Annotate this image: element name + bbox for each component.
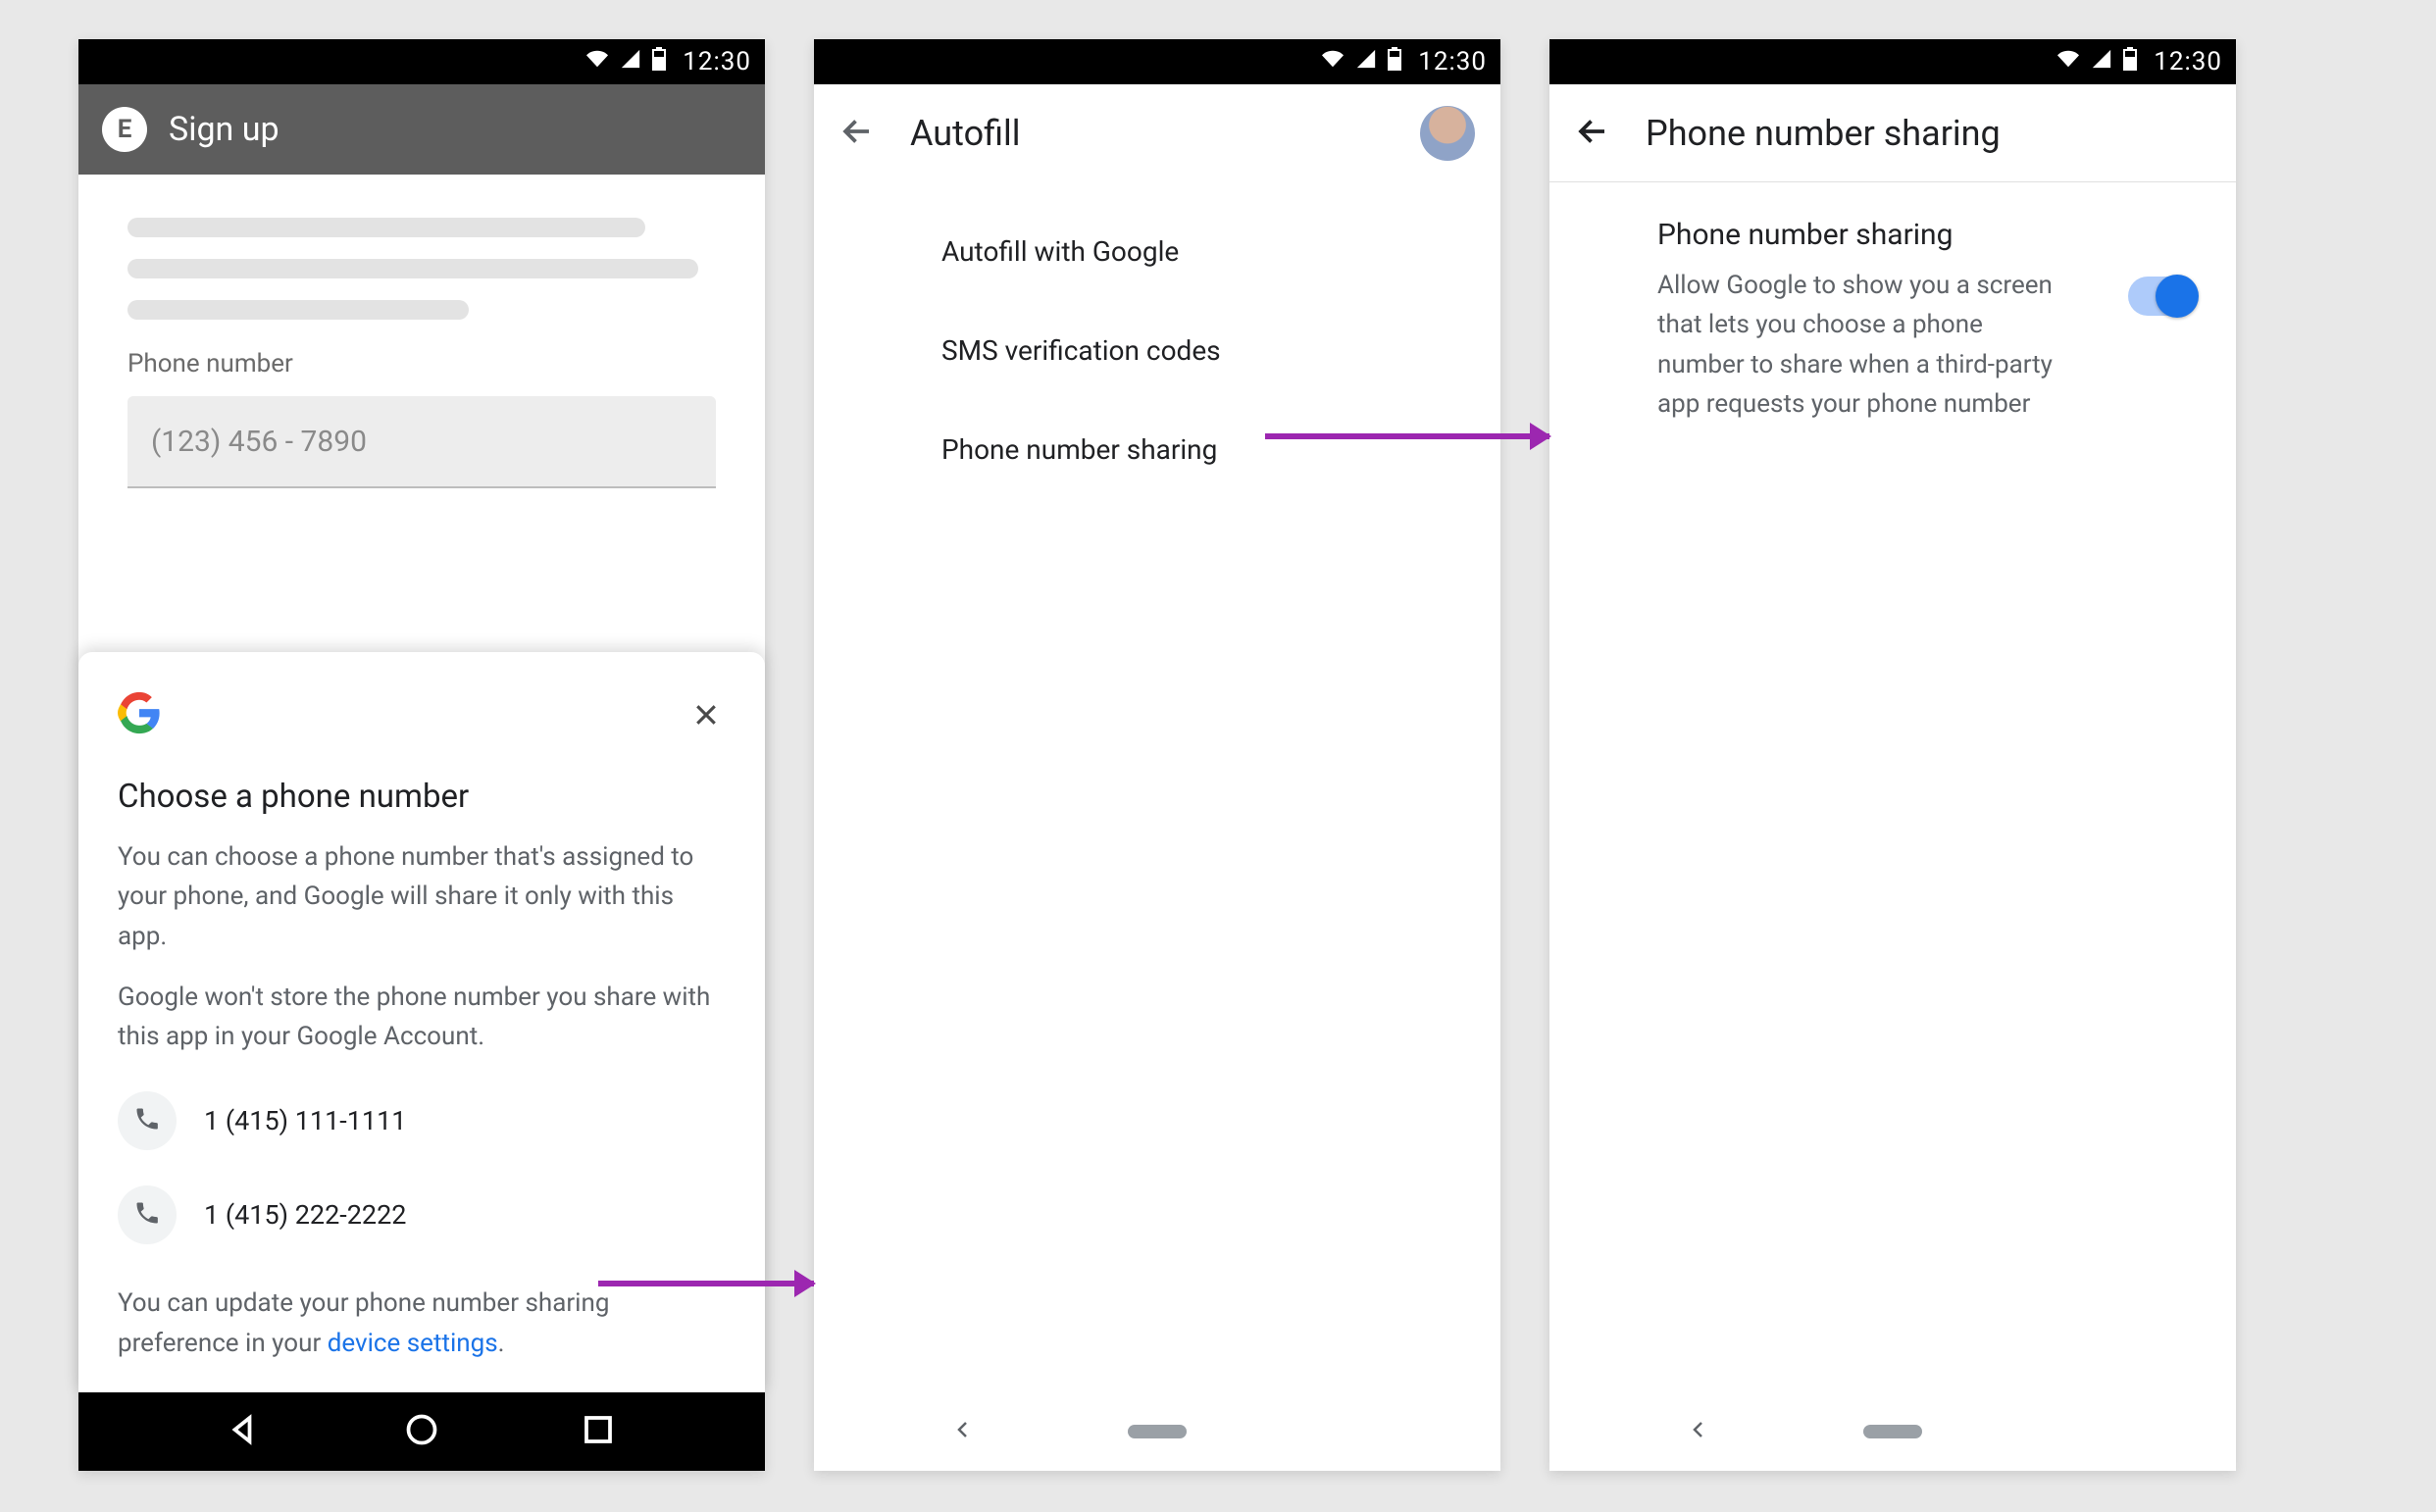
app-header: E Sign up — [78, 84, 765, 175]
battery-icon — [2122, 47, 2138, 77]
cell-icon — [2091, 47, 2112, 76]
gesture-pill[interactable] — [1128, 1425, 1187, 1438]
phone-icon — [133, 1105, 161, 1136]
phone-placeholder: (123) 456 - 7890 — [151, 425, 367, 459]
annotation-arrow — [1265, 433, 1549, 439]
menu-item-phone-sharing[interactable]: Phone number sharing — [941, 400, 1500, 499]
setting-title: Phone number sharing — [1657, 218, 2099, 252]
battery-icon — [651, 47, 667, 77]
page-title: Phone number sharing — [1646, 113, 2001, 154]
nav-bar — [814, 1392, 1500, 1471]
nav-bar — [1549, 1392, 2236, 1471]
skeleton-line — [127, 259, 698, 278]
cell-icon — [1355, 47, 1377, 76]
battery-icon — [1387, 47, 1402, 77]
phone-option-label: 1 (415) 111-1111 — [204, 1105, 406, 1136]
nav-recent-button[interactable] — [581, 1412, 616, 1451]
app-badge: E — [102, 107, 147, 152]
setting-description: Allow Google to show you a screen that l… — [1657, 266, 2069, 424]
status-bar: 12:30 — [814, 39, 1500, 84]
back-button[interactable] — [1575, 114, 1610, 153]
gesture-pill[interactable] — [1863, 1425, 1922, 1438]
sheet-para-2: Google won't store the phone number you … — [118, 978, 726, 1057]
wifi-icon — [1320, 47, 1345, 76]
nav-bar — [78, 1392, 765, 1471]
sheet-footer: You can update your phone number sharing… — [118, 1284, 726, 1363]
google-logo-icon — [118, 691, 161, 738]
avatar[interactable] — [1420, 106, 1475, 161]
wifi-icon — [584, 47, 610, 76]
nav-back-button[interactable] — [228, 1412, 263, 1451]
screen-autofill-settings: 12:30 Autofill Autofill with Google SMS … — [814, 39, 1500, 1471]
status-time: 12:30 — [1418, 47, 1487, 76]
nav-home-button[interactable] — [404, 1412, 439, 1451]
setting-row-phone-sharing[interactable]: Phone number sharing Allow Google to sho… — [1549, 182, 2236, 424]
status-time: 12:30 — [2154, 47, 2222, 76]
wifi-icon — [2055, 47, 2081, 76]
menu-item-sms-codes[interactable]: SMS verification codes — [941, 301, 1500, 400]
back-button[interactable] — [839, 114, 875, 153]
annotation-arrow — [598, 1281, 814, 1286]
app-header: Autofill — [814, 84, 1500, 182]
nav-back-button[interactable] — [951, 1418, 975, 1445]
phone-option-2[interactable]: 1 (415) 222-2222 — [118, 1185, 726, 1244]
nav-back-button[interactable] — [1687, 1418, 1710, 1445]
phone-option-1[interactable]: 1 (415) 111-1111 — [118, 1091, 726, 1150]
screen-phone-sharing-detail: 12:30 Phone number sharing Phone number … — [1549, 39, 2236, 1471]
screen-signup: 12:30 E Sign up Phone number (123) 456 -… — [78, 39, 765, 1471]
skeleton-line — [127, 300, 469, 320]
skeleton-line — [127, 218, 645, 237]
sheet-para-1: You can choose a phone number that's ass… — [118, 837, 726, 956]
sheet-heading: Choose a phone number — [118, 778, 726, 816]
device-settings-link[interactable]: device settings — [328, 1329, 498, 1358]
toggle-switch[interactable] — [2128, 277, 2197, 316]
phone-option-label: 1 (415) 222-2222 — [204, 1199, 406, 1231]
menu-item-autofill-google[interactable]: Autofill with Google — [941, 202, 1500, 301]
cell-icon — [620, 47, 641, 76]
app-header: Phone number sharing — [1549, 84, 2236, 182]
status-bar: 12:30 — [1549, 39, 2236, 84]
status-time: 12:30 — [683, 47, 751, 76]
field-label: Phone number — [127, 349, 716, 378]
page-title: Sign up — [169, 110, 279, 149]
status-bar: 12:30 — [78, 39, 765, 84]
close-button[interactable] — [686, 695, 726, 734]
phone-icon — [133, 1199, 161, 1231]
phone-input[interactable]: (123) 456 - 7890 — [127, 396, 716, 488]
page-title: Autofill — [910, 113, 1021, 154]
